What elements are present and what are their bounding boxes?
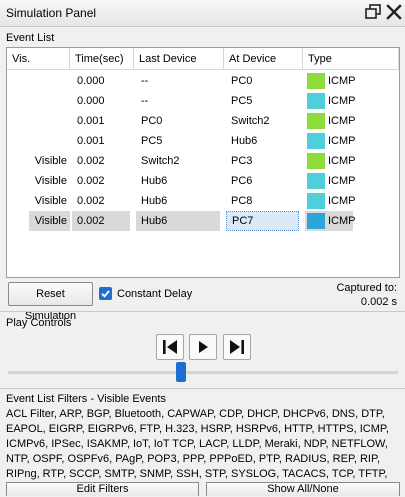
cell-last-device: Switch2 [141,155,180,167]
reset-simulation-button[interactable]: Reset Simulation [8,282,93,322]
table-row[interactable]: 0.001 PC5 Hub6 ICMP [7,131,399,151]
cell-vis [29,71,70,91]
type-color-swatch [307,153,325,169]
cell-time: 0.000 [77,75,105,87]
cell-at-device: PC0 [231,75,253,87]
edit-filters-button[interactable]: Edit Filters [6,482,199,496]
cell-last-device: Hub6 [141,195,168,207]
column-header-type[interactable]: Type [303,48,399,70]
cell-last-device: Hub6 [136,211,220,231]
cell-time: 0.002 [77,175,105,187]
cell-time: 0.002 [77,195,105,207]
divider [0,311,405,312]
cell-type: ICMP [305,151,356,171]
cell-vis: Visible [34,155,67,167]
step-forward-icon [230,340,244,354]
cell-type: ICMP [305,71,356,91]
cell-at-device: PC8 [231,195,253,207]
cell-vis: Visible [29,211,70,231]
play-controls-label: Play Controls [6,317,72,329]
constant-delay-checkbox[interactable] [99,287,112,300]
cell-at-device: PC5 [231,95,253,107]
constant-delay-label: Constant Delay [117,288,193,300]
type-label: ICMP [328,95,356,107]
captured-to-value: 0.002 s [360,296,397,308]
type-label: ICMP [328,155,356,167]
cell-at-device: Hub6 [231,135,258,147]
playback-slider-track[interactable] [8,371,398,374]
play-icon [199,341,208,353]
panel-titlebar: Simulation Panel [0,0,405,27]
type-color-swatch [307,173,325,189]
type-color-swatch [307,193,325,209]
cell-type: ICMP [305,211,356,231]
step-forward-button[interactable] [223,334,251,360]
cell-type: ICMP [305,111,356,131]
table-row[interactable]: 0.000 -- PC5 ICMP [7,91,399,111]
step-back-button[interactable] [156,334,184,360]
table-row[interactable]: Visible 0.002 Hub6 PC6 ICMP [7,171,399,191]
cell-at-device: PC3 [231,155,253,167]
cell-last-device: -- [141,95,149,107]
event-list-table[interactable]: Vis. Time(sec) Last Device At Device Typ… [6,47,400,278]
table-row[interactable]: 0.000 -- PC0 ICMP [7,71,399,91]
table-row[interactable]: Visible 0.002 Hub6 PC7 ICMP [7,211,399,231]
type-color-swatch [307,73,325,89]
column-header-vis[interactable]: Vis. [7,48,70,70]
type-label: ICMP [328,75,356,87]
cell-time: 0.002 [72,211,130,231]
cell-type: ICMP [305,91,356,111]
type-color-swatch [307,93,325,109]
type-label: ICMP [328,135,356,147]
cell-time: 0.001 [77,135,105,147]
cell-time: 0.000 [77,95,105,107]
cell-vis: Visible [34,195,67,207]
cell-vis: Visible [34,175,67,187]
cell-last-device: -- [141,75,149,87]
cell-last-device: PC5 [141,135,163,147]
playback-slider-thumb[interactable] [176,362,186,382]
panel-title: Simulation Panel [6,6,97,20]
type-color-swatch [307,133,325,149]
cell-vis [29,111,70,131]
step-back-icon [163,340,177,354]
table-row[interactable]: 0.001 PC0 Switch2 ICMP [7,111,399,131]
event-list-label: Event List [6,32,55,44]
cell-time: 0.002 [77,155,105,167]
column-header-time[interactable]: Time(sec) [70,48,134,70]
type-label: ICMP [328,195,356,207]
cell-type: ICMP [305,191,356,211]
cell-type: ICMP [305,131,356,151]
cell-type: ICMP [305,171,356,191]
restore-window-icon[interactable] [363,2,383,22]
type-label: ICMP [328,115,356,127]
captured-to-label: Captured to: [336,282,397,294]
show-all-none-button[interactable]: Show All/None [206,482,400,496]
divider [0,388,405,389]
table-row[interactable]: Visible 0.002 Switch2 PC3 ICMP [7,151,399,171]
play-button[interactable] [189,334,217,360]
checkmark-icon [101,290,110,298]
type-color-swatch [307,213,325,229]
cell-time: 0.001 [77,115,105,127]
type-color-swatch [307,113,325,129]
event-filters-label: Event List Filters - Visible Events [6,393,166,405]
cell-last-device: Hub6 [141,175,168,187]
type-label: ICMP [328,175,356,187]
column-header-last-device[interactable]: Last Device [134,48,224,70]
cell-at-device: Switch2 [231,115,270,127]
cell-at-device: PC7 [226,211,299,231]
cell-at-device: PC6 [231,175,253,187]
cell-vis [29,131,70,151]
table-row[interactable]: Visible 0.002 Hub6 PC8 ICMP [7,191,399,211]
cell-last-device: PC0 [141,115,163,127]
type-label: ICMP [328,215,356,227]
close-icon[interactable] [384,2,404,22]
column-header-at-device[interactable]: At Device [224,48,303,70]
cell-vis [29,91,70,111]
